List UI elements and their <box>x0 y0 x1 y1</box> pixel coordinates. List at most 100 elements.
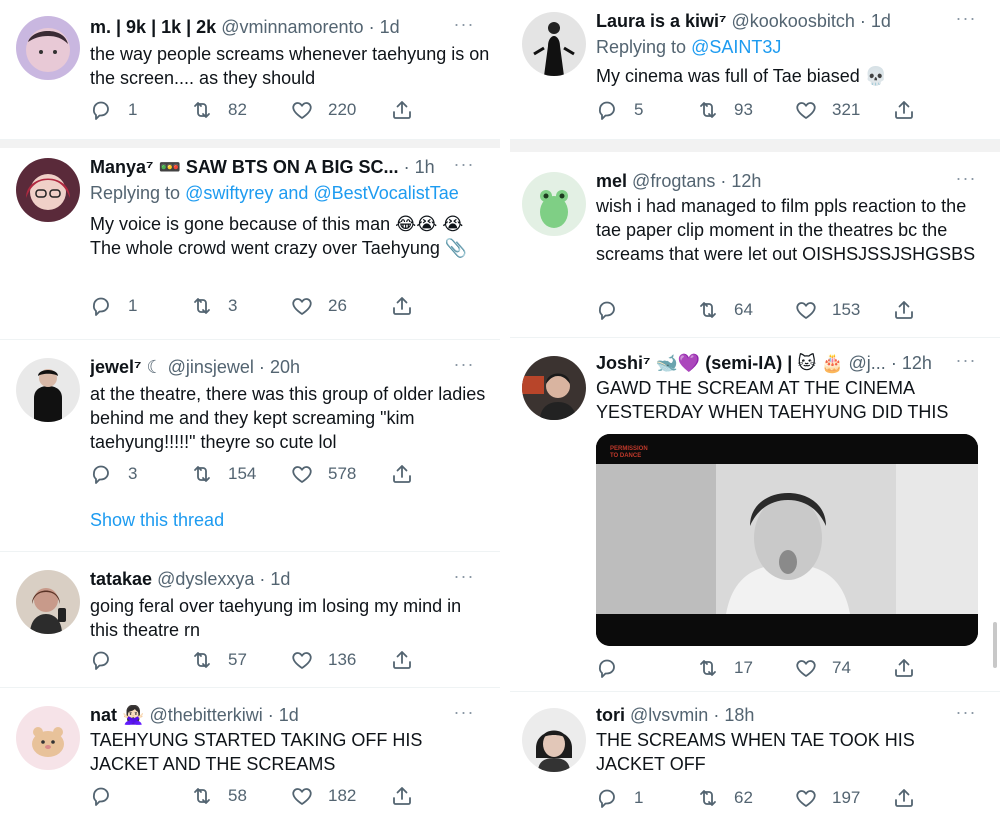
display-name[interactable]: jewel⁷ <box>90 357 141 377</box>
timestamp[interactable]: 1d <box>279 705 299 725</box>
like-button[interactable]: 197 <box>794 784 860 812</box>
more-icon[interactable]: ··· <box>954 9 978 32</box>
reply-button[interactable]: 1 <box>90 292 137 320</box>
user-handle[interactable]: @lvsvmin <box>630 705 708 725</box>
display-name[interactable]: Manya⁷ 🚥 SAW BTS ON A BIG SC... <box>90 157 399 177</box>
avatar[interactable] <box>16 158 80 222</box>
retweet-icon <box>190 462 214 486</box>
share-button[interactable] <box>390 460 414 488</box>
tweet-card[interactable]: Laura is a kiwi⁷ @kookoosbitch · 1d ··· … <box>510 0 1000 140</box>
display-name[interactable]: Laura is a kiwi⁷ <box>596 11 726 31</box>
avatar[interactable] <box>522 12 586 76</box>
retweet-button[interactable]: 58 <box>190 782 247 810</box>
avatar[interactable] <box>16 358 80 422</box>
display-name[interactable]: mel <box>596 171 627 191</box>
user-handle[interactable]: @dyslexxya <box>157 569 254 589</box>
more-icon[interactable]: ··· <box>452 567 476 590</box>
tweet-card[interactable]: mel @frogtans · 12h ··· wish i had manag… <box>510 152 1000 338</box>
tweet-text: wish i had managed to film ppls reaction… <box>596 196 976 264</box>
more-icon[interactable]: ··· <box>954 351 978 374</box>
timestamp[interactable]: 1h <box>415 157 435 177</box>
user-handle[interactable]: @j... <box>849 353 886 373</box>
share-button[interactable] <box>892 784 916 812</box>
tweet-card[interactable]: Joshi⁷ 🐋💜 (semi-IA) | 🐱 🎂 @j... · 12h ··… <box>510 338 1000 692</box>
user-handle[interactable]: @vminnamorento <box>221 17 363 37</box>
avatar[interactable] <box>16 706 80 770</box>
like-button[interactable]: 182 <box>290 782 356 810</box>
user-handle[interactable]: ☾ @jinsjewel <box>146 357 253 377</box>
display-name[interactable]: m. | 9k | 1k | 2k <box>90 17 216 37</box>
tweet-card[interactable]: tori @lvsvmin · 18h ··· THE SCREAMS WHEN… <box>510 692 1000 840</box>
like-button[interactable]: 220 <box>290 96 356 124</box>
user-handle[interactable]: @frogtans <box>632 171 715 191</box>
like-button[interactable]: 321 <box>794 96 860 124</box>
more-icon[interactable]: ··· <box>452 155 476 178</box>
like-button[interactable]: 578 <box>290 460 356 488</box>
retweet-icon <box>696 656 720 680</box>
like-button[interactable]: 26 <box>290 292 347 320</box>
avatar[interactable] <box>16 16 80 80</box>
scrollbar-thumb[interactable] <box>993 622 997 668</box>
retweet-button[interactable]: 93 <box>696 96 753 124</box>
more-icon[interactable]: ··· <box>954 703 978 726</box>
like-button[interactable]: 153 <box>794 296 860 324</box>
share-button[interactable] <box>892 296 916 324</box>
share-button[interactable] <box>390 292 414 320</box>
retweet-button[interactable]: 17 <box>696 654 753 682</box>
tweet-media-image[interactable]: PERMISSION TO DANCE <box>596 434 978 646</box>
show-thread-link[interactable]: Show this thread <box>90 510 224 531</box>
replying-to-link[interactable]: @swiftyrey and @BestVocalistTae <box>185 183 459 203</box>
user-handle[interactable]: @kookoosbitch <box>732 11 855 31</box>
display-name[interactable]: tatakae <box>90 569 152 589</box>
reply-button[interactable] <box>596 296 634 324</box>
display-name[interactable]: tori <box>596 705 625 725</box>
timestamp[interactable]: 20h <box>270 357 300 377</box>
more-icon[interactable]: ··· <box>452 15 476 38</box>
timestamp[interactable]: 12h <box>902 353 932 373</box>
reply-button[interactable] <box>596 654 634 682</box>
timestamp[interactable]: 1d <box>270 569 290 589</box>
display-name[interactable]: nat 🙅🏻‍♀️ <box>90 705 144 725</box>
reply-button[interactable]: 1 <box>596 784 643 812</box>
share-icon <box>892 786 916 810</box>
reply-button[interactable] <box>90 782 128 810</box>
share-button[interactable] <box>390 96 414 124</box>
like-button[interactable]: 136 <box>290 646 356 674</box>
retweet-button[interactable]: 154 <box>190 460 256 488</box>
user-handle[interactable]: @thebitterkiwi <box>149 705 262 725</box>
timestamp[interactable]: 12h <box>731 171 761 191</box>
tweet-card[interactable]: tatakae @dyslexxya · 1d ··· going feral … <box>0 552 500 688</box>
replying-to-link[interactable]: @SAINT3J <box>691 37 781 57</box>
retweet-button[interactable]: 64 <box>696 296 753 324</box>
reply-button[interactable]: 3 <box>90 460 137 488</box>
tweet-card[interactable]: m. | 9k | 1k | 2k @vminnamorento · 1d ··… <box>0 0 500 140</box>
avatar[interactable] <box>522 172 586 236</box>
timestamp[interactable]: 1d <box>380 17 400 37</box>
reply-button[interactable]: 5 <box>596 96 643 124</box>
like-button[interactable]: 74 <box>794 654 851 682</box>
tweet-card[interactable]: jewel⁷ ☾ @jinsjewel · 20h ··· at the the… <box>0 340 500 552</box>
more-icon[interactable]: ··· <box>452 703 476 726</box>
retweet-button[interactable]: 82 <box>190 96 247 124</box>
retweet-button[interactable]: 3 <box>190 292 237 320</box>
tweet-card[interactable]: Manya⁷ 🚥 SAW BTS ON A BIG SC... · 1h ···… <box>0 148 500 340</box>
more-icon[interactable]: ··· <box>954 169 978 192</box>
timestamp[interactable]: 18h <box>724 705 754 725</box>
retweet-button[interactable]: 62 <box>696 784 753 812</box>
share-button[interactable] <box>892 96 916 124</box>
tweet-header: m. | 9k | 1k | 2k @vminnamorento · 1d <box>90 17 400 37</box>
timestamp[interactable]: 1d <box>871 11 891 31</box>
reply-button[interactable]: 1 <box>90 96 137 124</box>
more-icon[interactable]: ··· <box>452 355 476 378</box>
avatar[interactable] <box>522 708 586 772</box>
tweet-card[interactable]: nat 🙅🏻‍♀️ @thebitterkiwi · 1d ··· TAEHYU… <box>0 690 500 840</box>
share-button[interactable] <box>390 782 414 810</box>
share-button[interactable] <box>390 646 414 674</box>
retweet-button[interactable]: 57 <box>190 646 247 674</box>
retweet-icon <box>696 298 720 322</box>
reply-button[interactable] <box>90 646 128 674</box>
avatar[interactable] <box>522 356 586 420</box>
share-button[interactable] <box>892 654 916 682</box>
display-name[interactable]: Joshi⁷ 🐋💜 (semi-IA) | 🐱 🎂 <box>596 353 844 373</box>
avatar[interactable] <box>16 570 80 634</box>
